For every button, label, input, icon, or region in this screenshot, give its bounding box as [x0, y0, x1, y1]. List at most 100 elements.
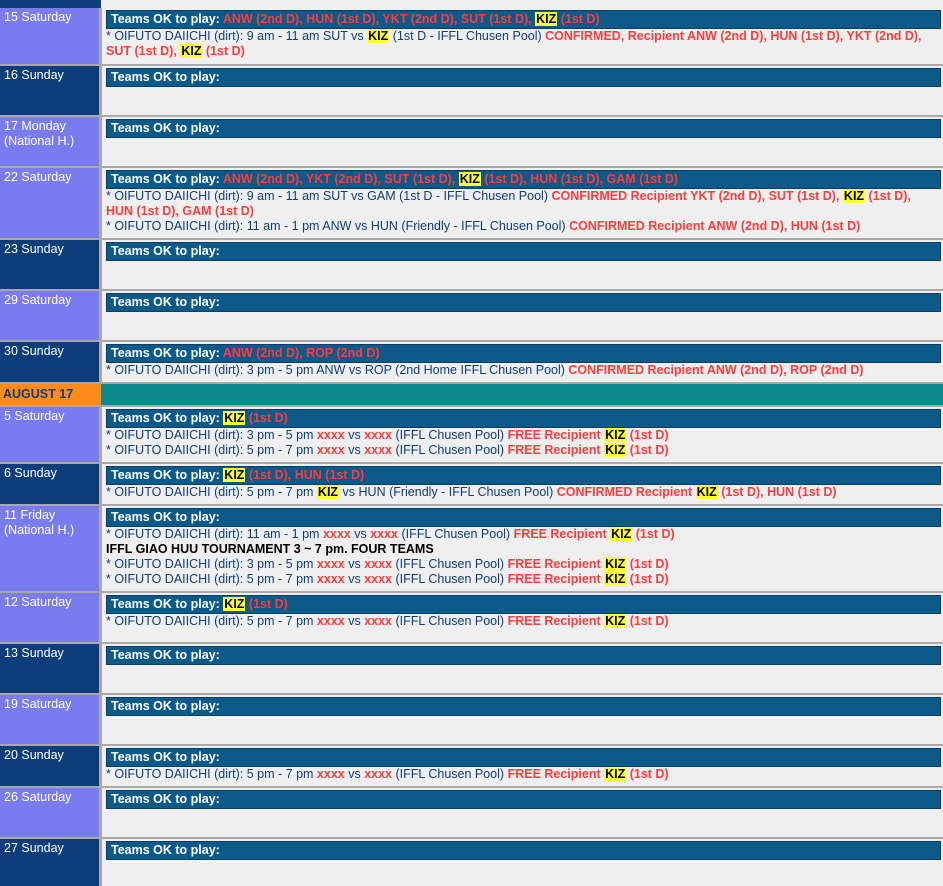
recipient-text: CONFIRMED Recipient YKT (2nd D), SUT (1s… — [551, 189, 843, 203]
teams-ok-bar: Teams OK to play: ANW (2nd D), YKT (2nd … — [106, 170, 941, 189]
date-cell: 20 Sunday — [0, 746, 99, 786]
recipient-text: xxxx — [316, 428, 345, 442]
recipient-text: FREE Recipient — [507, 572, 605, 586]
schedule-row: 26 Saturday Teams OK to play: — [0, 788, 943, 837]
recipient-text: CONFIRMED Recipient ANW (2nd D), ROP (2n… — [568, 363, 864, 377]
teams-ok-label: Teams OK to play: — [111, 12, 223, 26]
team-highlight: KIZ — [604, 767, 627, 781]
teams-ok-bar: Teams OK to play: — [106, 697, 941, 716]
schedule-row: 23 Sunday Teams OK to play: — [0, 240, 943, 289]
date-cell: 29 Saturday — [0, 291, 99, 340]
day-content: Teams OK to play: — [102, 788, 943, 837]
teams-ok-bar: Teams OK to play: — [106, 841, 941, 860]
team-highlight: KIZ — [223, 411, 246, 425]
teams-ok-bar: Teams OK to play: — [106, 646, 941, 665]
date-cell: 13 Sunday — [0, 644, 99, 693]
match-text: (IFFL Chusen Pool) — [398, 527, 514, 541]
team-highlight: KIZ — [316, 485, 340, 499]
match-text: * OIFUTO DAIICHI (dirt): 5 pm - 7 pm — [106, 767, 317, 781]
team-highlight: KIZ — [604, 572, 627, 586]
match-text: (IFFL Chusen Pool) — [392, 557, 508, 571]
recipient-text: FREE Recipient — [507, 557, 605, 571]
date-cell: 11 Friday (National H.) — [0, 506, 99, 591]
team-highlight: KIZ — [604, 428, 627, 442]
schedule-row: 22 Saturday Teams OK to play: ANW (2nd D)… — [0, 168, 943, 238]
team-highlight: KIZ — [604, 443, 627, 457]
match-line: * OIFUTO DAIICHI (dirt): 3 pm - 5 pm xxx… — [106, 557, 941, 572]
recipient-text: xxxx — [364, 557, 392, 571]
team-highlight: KIZ — [223, 597, 246, 611]
match-text: (1st D - IFFL Chusen Pool) — [389, 29, 546, 43]
teams-ok-label: Teams OK to play: — [111, 792, 220, 806]
day-content: Teams OK to play: — [102, 644, 943, 693]
date-cell: 27 Sunday — [0, 839, 99, 886]
match-text: * OIFUTO DAIICHI (dirt): 9 am - 11 am SU… — [106, 29, 368, 43]
match-text: vs — [350, 527, 371, 541]
date-cell: 16 Sunday — [0, 66, 99, 115]
team-highlight: KIZ — [842, 189, 866, 203]
match-line: * OIFUTO DAIICHI (dirt): 5 pm - 7 pm xxx… — [106, 767, 941, 782]
day-content: Teams OK to play: KIZ (1st D), HUN (1st … — [102, 464, 943, 504]
teams-ok-label: Teams OK to play: — [111, 699, 220, 713]
team-highlight: KIZ — [458, 172, 481, 186]
recipient-text: (1st D) — [626, 428, 669, 442]
teams-ok-bar: Teams OK to play: ANW (2nd D), ROP (2nd … — [106, 344, 941, 363]
date-cell: 26 Saturday — [0, 788, 99, 837]
schedule-row: 11 Friday (National H.) Teams OK to play:… — [0, 506, 943, 591]
date-cell: 12 Saturday — [0, 593, 99, 642]
recipient-text: FREE Recipient — [507, 443, 605, 457]
date-cell: 23 Sunday — [0, 240, 99, 289]
teams-ok-label: Teams OK to play: — [111, 172, 223, 186]
date-cell: 5 Saturday — [0, 407, 99, 462]
teams-ok-bar: Teams OK to play: KIZ (1st D) — [106, 409, 941, 428]
day-content: Teams OK to play: KIZ (1st D) * OIFUTO DA… — [102, 407, 943, 462]
recipient-text: CONFIRMED Recipient ANW (2nd D), HUN (1s… — [569, 219, 861, 233]
match-text: * OIFUTO DAIICHI (dirt): 11 am - 1 pm — [106, 527, 323, 541]
recipient-text: xxxx — [364, 614, 392, 628]
recipient-text: xxxx — [364, 443, 392, 457]
teams-ok-label: Teams OK to play: — [111, 468, 224, 482]
schedule-row: 30 Sunday Teams OK to play: ANW (2nd D), … — [0, 342, 943, 382]
date-cell: 22 Saturday — [0, 168, 99, 238]
match-text: * OIFUTO DAIICHI (dirt): 3 pm - 5 pm ANW… — [106, 363, 569, 377]
match-text: vs — [344, 557, 365, 571]
match-text: (IFFL Chusen Pool) — [392, 428, 508, 442]
match-line: * OIFUTO DAIICHI (dirt): 3 pm - 5 pm ANW… — [106, 363, 941, 378]
team-highlight: KIZ — [695, 485, 718, 499]
day-content: Teams OK to play: — [102, 66, 943, 115]
recipient-text: (1st D) — [632, 527, 675, 541]
day-content: Teams OK to play: — [102, 117, 943, 166]
match-line: * OIFUTO DAIICHI (dirt): 5 pm - 7 pm KIZ… — [106, 485, 941, 500]
team-highlight: KIZ — [610, 527, 633, 541]
day-content: Teams OK to play: ANW (2nd D), YKT (2nd … — [102, 168, 943, 238]
teams-ok-label: Teams OK to play: — [111, 121, 220, 135]
teams-ok-bar: Teams OK to play: — [106, 508, 941, 527]
schedule-row: 16 Sunday Teams OK to play: — [0, 66, 943, 115]
day-content: Teams OK to play: * OIFUTO DAIICHI (dirt… — [102, 746, 943, 786]
schedule-row: 17 Monday (National H.) Teams OK to play: — [0, 117, 943, 166]
recipient-text: (1st D) — [245, 411, 288, 425]
match-text: (IFFL Chusen Pool) — [392, 767, 508, 781]
schedule-row: 20 Sunday Teams OK to play: * OIFUTO DAII… — [0, 746, 943, 786]
teams-ok-label: Teams OK to play: — [111, 346, 223, 360]
month-label: AUGUST 17 — [0, 384, 101, 405]
teams-ok-label: Teams OK to play: — [111, 411, 224, 425]
teams-ok-bar: Teams OK to play: — [106, 293, 941, 312]
match-text: vs — [344, 767, 365, 781]
recipient-text: FREE Recipient — [507, 428, 605, 442]
teams-ok-label: Teams OK to play: — [111, 750, 220, 764]
team-highlight: KIZ — [367, 29, 390, 43]
match-line: * OIFUTO DAIICHI (dirt): 5 pm - 7 pm xxx… — [106, 614, 941, 629]
match-text: * OIFUTO DAIICHI (dirt): 3 pm - 5 pm — [106, 428, 317, 442]
match-text: vs — [344, 443, 365, 457]
teams-ok-bar: Teams OK to play: — [106, 119, 941, 138]
team-highlight: KIZ — [223, 468, 246, 482]
teams-ok-label: Teams OK to play: — [111, 510, 220, 524]
recipient-text: ANW (2nd D), YKT (2nd D), SUT (1st D), — [222, 172, 459, 186]
tournament-note: IFFL GIAO HUU TOURNAMENT 3 ~ 7 pm. FOUR … — [106, 542, 434, 556]
recipient-text: xxxx — [316, 767, 345, 781]
match-line: * OIFUTO DAIICHI (dirt): 11 am - 1 pm xx… — [106, 527, 941, 542]
recipient-text: CONFIRMED Recipient — [556, 485, 696, 499]
teams-ok-label: Teams OK to play: — [111, 597, 224, 611]
schedule-row: 12 Saturday Teams OK to play: KIZ (1st D)… — [0, 593, 943, 642]
